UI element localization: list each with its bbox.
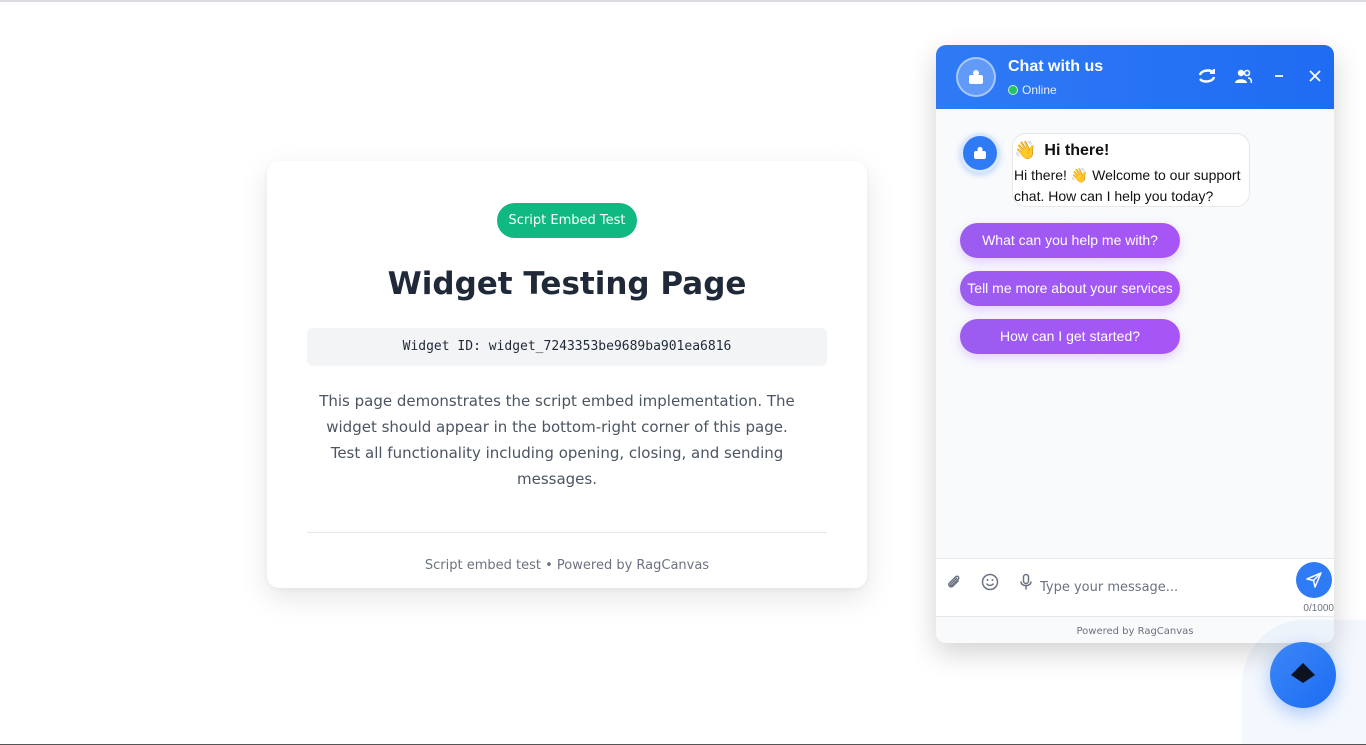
refresh-icon <box>1198 69 1216 83</box>
send-icon <box>1306 572 1322 588</box>
minimize-icon <box>1275 75 1283 77</box>
smile-icon <box>981 573 999 591</box>
microphone-icon <box>1020 573 1032 590</box>
divider <box>307 532 827 533</box>
agents-button[interactable] <box>1232 65 1254 87</box>
diamond-icon <box>1291 663 1315 683</box>
greeting-title-text: Hi there! <box>1044 141 1110 159</box>
chat-title: Chat with us <box>1008 58 1104 75</box>
page-title: Widget Testing Page <box>387 266 747 302</box>
emoji-button[interactable] <box>980 572 1000 592</box>
chat-status: Online <box>1008 83 1057 97</box>
page-description: This page demonstrates the script embed … <box>319 392 795 488</box>
message-input-area: 0/1000 <box>936 558 1334 616</box>
close-icon <box>1309 70 1321 82</box>
quick-replies: What can you help me with? Tell me more … <box>960 223 1180 367</box>
bot-icon <box>974 146 986 159</box>
send-button[interactable] <box>1296 562 1332 598</box>
close-button[interactable] <box>1304 65 1326 87</box>
message-input[interactable] <box>1040 576 1280 598</box>
status-label: Online <box>1022 83 1057 97</box>
users-icon <box>1235 69 1252 84</box>
script-embed-badge: Script Embed Test <box>496 203 638 238</box>
bot-message-bubble: 👋 Hi there! Hi there! 👋 Welcome to our s… <box>1012 133 1250 207</box>
bot-avatar-header <box>956 57 996 97</box>
bot-icon <box>969 70 983 84</box>
quick-reply-services[interactable]: Tell me more about your services <box>960 271 1180 306</box>
chat-widget: Chat with us Online 👋 Hi there! Hi there… <box>936 45 1334 643</box>
voice-button[interactable] <box>1016 572 1036 592</box>
paperclip-icon <box>948 575 960 588</box>
test-card: Script Embed Test Widget Testing Page Wi… <box>267 161 867 588</box>
quick-reply-help[interactable]: What can you help me with? <box>960 223 1180 258</box>
online-indicator <box>1008 85 1018 95</box>
chat-launcher-button[interactable] <box>1270 642 1336 708</box>
bot-avatar <box>960 133 1000 173</box>
refresh-button[interactable] <box>1196 65 1218 87</box>
wave-emoji: 👋 <box>1014 140 1037 160</box>
greeting-text: Hi there! 👋 Welcome to our support chat.… <box>1014 167 1241 204</box>
widget-id-box: Widget ID: widget_7243353be9689ba901ea68… <box>307 328 827 366</box>
card-footer: Script embed test • Powered by RagCanvas <box>424 558 710 573</box>
chat-header: Chat with us Online <box>936 45 1334 109</box>
header-actions <box>1196 65 1326 87</box>
attach-button[interactable] <box>944 572 964 592</box>
character-count: 0/1000 <box>1303 603 1334 614</box>
greeting-title: 👋 Hi there! <box>1014 140 1249 161</box>
minimize-button[interactable] <box>1268 65 1290 87</box>
quick-reply-get-started[interactable]: How can I get started? <box>960 319 1180 354</box>
